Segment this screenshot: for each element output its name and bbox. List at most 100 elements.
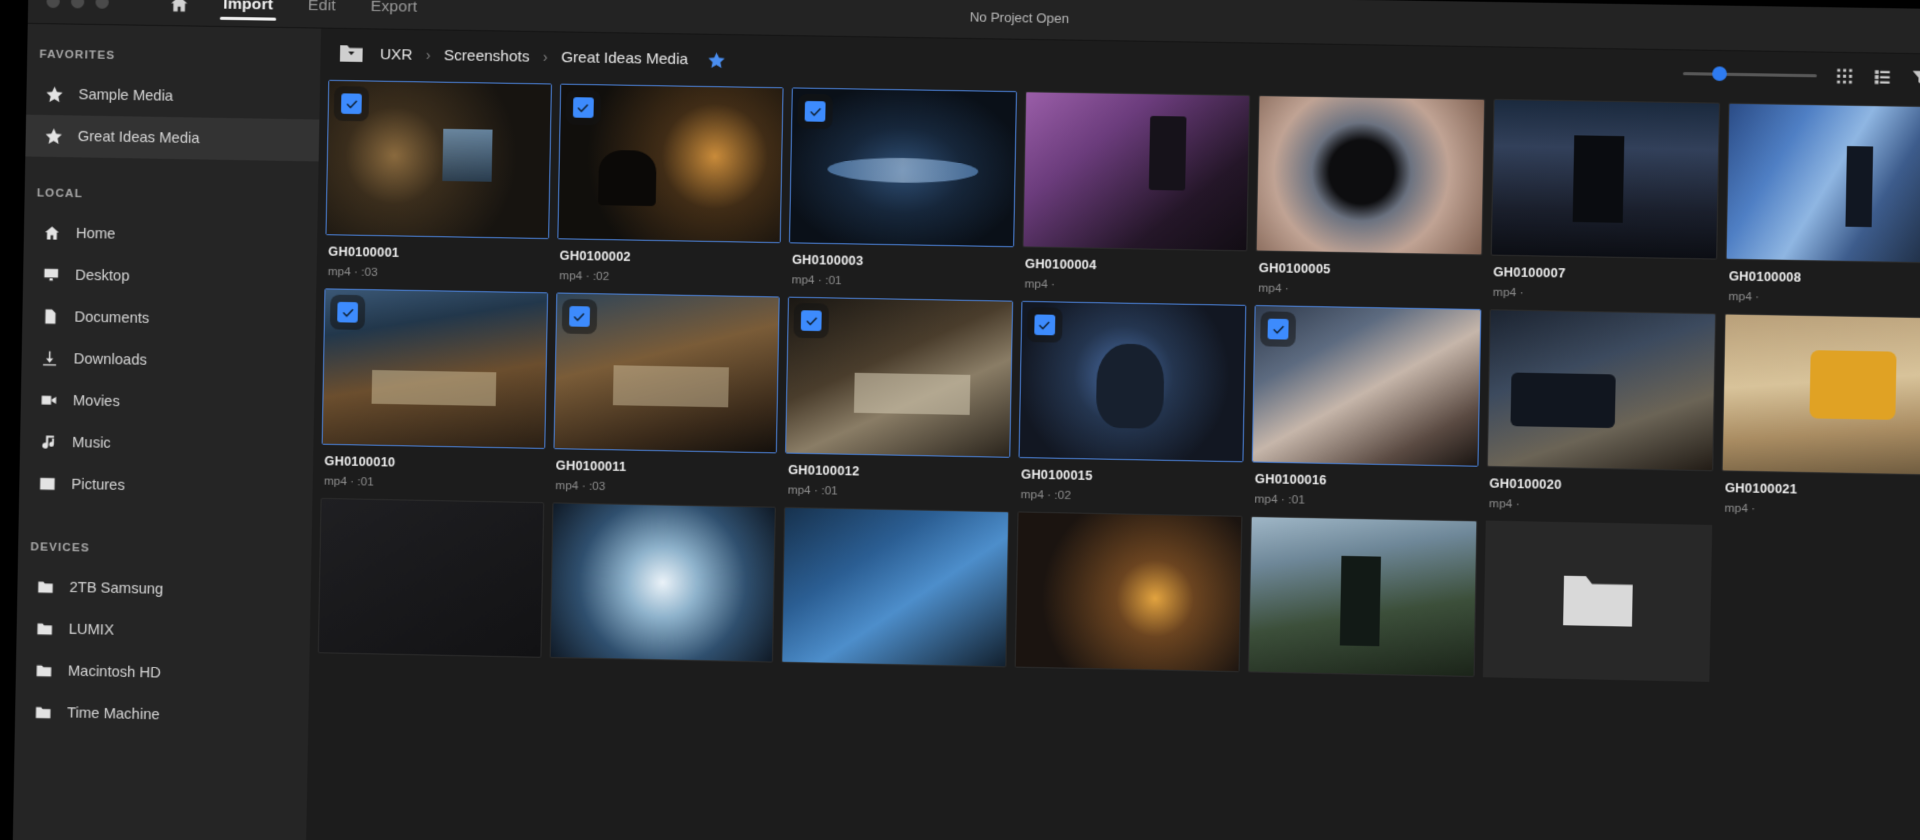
media-thumbnail[interactable] [1722, 313, 1920, 476]
media-card[interactable] [1248, 515, 1478, 677]
media-thumbnail[interactable] [1014, 511, 1243, 673]
media-details: mp4 · :02 [1020, 488, 1072, 502]
sidebar-item-documents[interactable]: Documents [22, 295, 316, 342]
sidebar-item-music[interactable]: Music [20, 421, 314, 468]
media-details: mp4 · :02 [559, 270, 610, 284]
media-name: GH0100002 [559, 248, 631, 265]
selection-checkbox[interactable] [341, 93, 362, 115]
media-thumbnail[interactable] [553, 292, 780, 453]
close-window-button[interactable] [46, 0, 60, 9]
media-card[interactable] [1014, 511, 1243, 673]
media-thumbnail[interactable] [789, 87, 1017, 248]
sidebar-item-movies[interactable]: Movies [20, 379, 314, 426]
media-card[interactable]: GH0100001 mp4 · :03 [325, 79, 552, 283]
media-details: mp4 · :01 [787, 483, 838, 498]
zoom-slider-handle[interactable] [1711, 66, 1727, 82]
media-card[interactable]: GH0100005 mp4 · [1255, 95, 1486, 299]
media-thumbnail[interactable] [1486, 309, 1717, 471]
media-thumbnail[interactable] [1018, 301, 1247, 462]
media-card[interactable]: GH0100011 mp4 · :03 [552, 292, 780, 496]
list-view-icon[interactable] [1871, 66, 1892, 87]
media-folder-card[interactable] [1482, 520, 1713, 682]
minimize-window-button[interactable] [70, 0, 85, 9]
media-thumbnail[interactable] [321, 288, 548, 449]
grid-view-icon[interactable] [1833, 65, 1854, 86]
media-card[interactable]: GH0100010 mp4 · :01 [321, 288, 548, 492]
breadcrumb-item-uxr[interactable]: UXR [378, 45, 415, 63]
sidebar-item-downloads[interactable]: Downloads [21, 337, 315, 384]
tab-edit[interactable]: Edit [308, 0, 337, 28]
media-meta: GH0100003 mp4 · :01 [788, 244, 1014, 291]
media-card[interactable]: GH0100015 mp4 · :02 [1017, 301, 1247, 506]
sidebar-item-desktop[interactable]: Desktop [23, 253, 317, 300]
folder-icon[interactable] [1482, 520, 1713, 682]
filter-icon[interactable] [1909, 66, 1920, 87]
media-name: GH0100012 [787, 462, 860, 479]
media-card[interactable]: GH0100008 mp4 · [1725, 102, 1920, 308]
sidebar-item-2tb-samsung[interactable]: 2TB Samsung [17, 565, 311, 613]
screen: Import Edit Export No Project Open FAVOR… [0, 0, 1920, 840]
selection-checkbox[interactable] [804, 100, 826, 122]
sidebar-item-pictures[interactable]: Pictures [19, 462, 313, 510]
sidebar-item-sample-media[interactable]: Sample Media [26, 73, 320, 120]
media-card[interactable]: GH0100003 mp4 · :01 [788, 87, 1017, 291]
selection-checkbox[interactable] [337, 302, 359, 323]
media-thumbnail[interactable] [1490, 98, 1721, 260]
star-icon[interactable] [706, 49, 727, 70]
tab-import[interactable]: Import [223, 0, 274, 27]
sidebar-item-label: Desktop [75, 267, 130, 285]
selection-checkbox[interactable] [1267, 318, 1289, 340]
media-card[interactable]: GH0100002 mp4 · :02 [556, 83, 784, 287]
sidebar-item-lumix[interactable]: LUMIX [16, 607, 310, 655]
media-card[interactable]: GH0100004 mp4 · [1021, 91, 1251, 295]
tab-export[interactable]: Export [370, 0, 417, 30]
sidebar-item-home[interactable]: Home [24, 212, 318, 259]
media-card[interactable] [317, 497, 544, 658]
media-grid-scroll[interactable]: GH0100001 mp4 · :03 GH0100002 mp4 · :02 [305, 74, 1920, 840]
media-card[interactable] [549, 501, 776, 663]
media-thumbnail[interactable] [1252, 305, 1482, 467]
media-card[interactable]: GH0100020 mp4 · [1486, 309, 1717, 515]
thumbnail-image [1249, 516, 1477, 676]
home-icon[interactable] [162, 0, 197, 19]
sidebar-item-label: Downloads [73, 350, 148, 369]
media-thumbnail[interactable] [1022, 91, 1251, 252]
media-card[interactable]: GH0100016 mp4 · :01 [1251, 305, 1482, 510]
maximize-window-button[interactable] [95, 0, 109, 9]
media-name: GH0100007 [1493, 265, 1566, 281]
sidebar-item-macintosh-hd[interactable]: Macintosh HD [16, 649, 310, 697]
media-thumbnail[interactable] [1255, 95, 1486, 256]
media-card[interactable]: GH0100012 mp4 · :01 [784, 296, 1013, 501]
media-meta: GH0100002 mp4 · :02 [556, 240, 781, 287]
selection-checkbox[interactable] [800, 310, 822, 332]
selection-checkbox[interactable] [572, 97, 594, 118]
media-card[interactable] [781, 506, 1009, 668]
media-thumbnail[interactable] [325, 79, 552, 240]
media-thumbnail[interactable] [1725, 102, 1920, 265]
sidebar-item-great-ideas-media[interactable]: Great Ideas Media [25, 114, 320, 162]
main-nav-tabs: Import Edit Export [223, 0, 418, 30]
media-thumbnail[interactable] [1248, 515, 1478, 677]
thumbnail-zoom-slider[interactable] [1682, 64, 1817, 85]
media-card[interactable]: GH0100021 mp4 · [1721, 313, 1920, 519]
media-thumbnail[interactable] [317, 497, 544, 658]
breadcrumb-item-screenshots[interactable]: Screenshots [442, 46, 532, 65]
media-thumbnail[interactable] [781, 506, 1009, 668]
media-thumbnail[interactable] [785, 296, 1013, 458]
sidebar-item-time-machine[interactable]: Time Machine [15, 691, 309, 739]
media-details: mp4 · [1492, 286, 1524, 300]
selection-checkbox[interactable] [1033, 314, 1056, 336]
media-details: mp4 · :01 [323, 475, 374, 489]
breadcrumb-item-great-ideas-media[interactable]: Great Ideas Media [559, 48, 690, 68]
media-thumbnail[interactable] [549, 501, 776, 663]
media-card[interactable]: GH0100007 mp4 · [1490, 98, 1721, 303]
media-meta: GH0100007 mp4 · [1490, 256, 1718, 303]
folder-dropdown-icon[interactable] [339, 43, 366, 65]
window-traffic-lights [28, 0, 109, 9]
selection-checkbox[interactable] [568, 306, 590, 328]
media-meta: GH0100010 mp4 · :01 [321, 444, 545, 491]
media-meta: GH0100015 mp4 · :02 [1017, 458, 1243, 506]
picture-icon [35, 473, 58, 494]
media-meta: GH0100016 mp4 · :01 [1251, 462, 1478, 510]
media-thumbnail[interactable] [556, 83, 784, 244]
